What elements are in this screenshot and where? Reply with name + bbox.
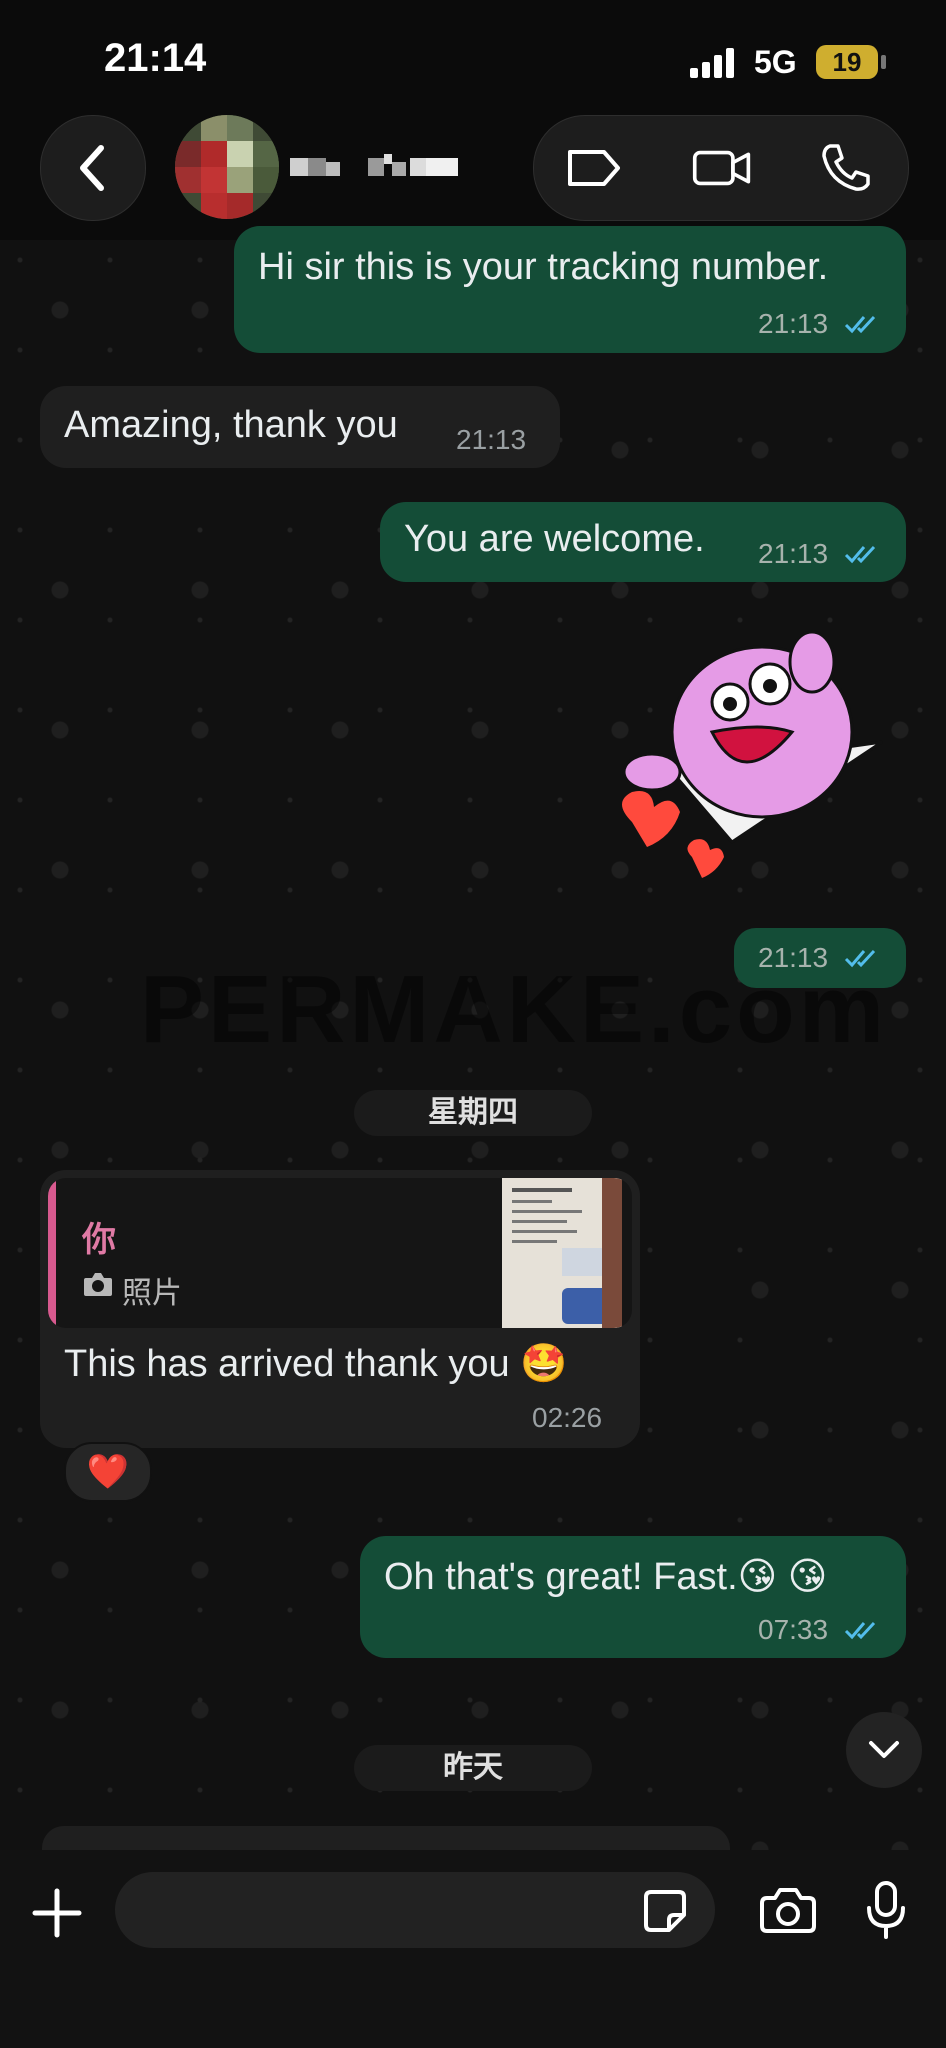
attach-button[interactable] — [28, 1884, 86, 1942]
battery-icon: 19 — [816, 45, 878, 79]
date-separator: 昨天 — [354, 1745, 592, 1791]
message-bubble-outgoing[interactable]: You are welcome. 21:13 — [380, 502, 906, 582]
message-time: 07:33 — [758, 1614, 829, 1645]
pixelated-avatar-image — [175, 115, 279, 219]
quote-accent-bar — [48, 1178, 56, 1328]
label-button[interactable] — [564, 142, 624, 194]
read-ticks-icon — [844, 315, 876, 334]
message-text: Amazing, thank you — [64, 404, 398, 446]
battery-tip — [881, 55, 886, 69]
video-call-button[interactable] — [692, 142, 752, 194]
sticker-button[interactable] — [640, 1886, 690, 1936]
message-time: 21:13 — [758, 308, 829, 339]
heart-reaction[interactable]: ❤️ — [64, 1442, 152, 1502]
chevron-down-icon — [869, 1741, 899, 1758]
microphone-icon — [867, 1881, 905, 1939]
message-input[interactable] — [115, 1872, 715, 1948]
signal-icon — [690, 48, 734, 78]
message-text: Oh that's great! Fast.😘 😘 — [384, 1556, 828, 1598]
read-ticks-icon — [844, 1621, 876, 1640]
status-bar: 21:14 5G 19 — [0, 0, 946, 110]
voice-call-button[interactable] — [816, 142, 876, 194]
camera-button[interactable] — [756, 1882, 820, 1938]
camera-icon — [760, 1888, 816, 1933]
sticker-time-pill: 21:13 — [734, 928, 906, 988]
quote-author: 你 — [82, 1221, 116, 1259]
message-time: 21:13 — [758, 942, 829, 973]
microphone-button[interactable] — [858, 1878, 914, 1942]
sticker-image[interactable] — [612, 622, 902, 892]
message-composer — [0, 1850, 946, 2048]
message-time: 02:26 — [532, 1402, 603, 1433]
camera-icon — [84, 1273, 112, 1296]
read-ticks-icon — [844, 949, 876, 968]
scroll-to-bottom-button[interactable] — [846, 1712, 922, 1788]
video-call-icon — [692, 150, 751, 186]
back-button[interactable] — [40, 115, 146, 221]
message-bubble-outgoing[interactable]: Hi sir this is your tracking number. 21:… — [234, 226, 906, 353]
message-bubble-incoming[interactable]: Amazing, thank you 21:13 — [40, 386, 560, 468]
avatar[interactable] — [175, 115, 279, 219]
read-ticks-icon — [844, 545, 876, 564]
plus-icon — [32, 1888, 82, 1938]
network-label: 5G — [754, 44, 797, 80]
label-icon — [568, 150, 620, 186]
message-text: You are welcome. — [404, 518, 705, 560]
message-bubble-outgoing[interactable]: Oh that's great! Fast.😘 😘 07:33 — [360, 1536, 906, 1658]
message-time: 21:13 — [758, 538, 829, 569]
chevron-left-icon — [80, 145, 104, 191]
message-bubble-incoming-reply[interactable]: 你 照片 This has arrived thank you 🤩 02:26 — [40, 1170, 640, 1448]
message-text: Hi sir this is your tracking number. — [258, 246, 829, 288]
header-actions — [533, 115, 909, 221]
message-time: 21:13 — [456, 424, 527, 455]
quoted-message[interactable]: 你 照片 — [48, 1178, 632, 1328]
voice-call-icon — [822, 144, 870, 191]
status-time: 21:14 — [104, 36, 207, 80]
date-separator: 星期四 — [354, 1090, 592, 1136]
message-text: This has arrived thank you 🤩 — [64, 1343, 568, 1385]
quote-type: 照片 — [122, 1277, 182, 1310]
photo-thumbnail — [502, 1178, 622, 1328]
sticker-icon — [644, 1890, 686, 1932]
contact-name-redacted[interactable] — [290, 152, 460, 182]
chat-header — [0, 110, 946, 245]
